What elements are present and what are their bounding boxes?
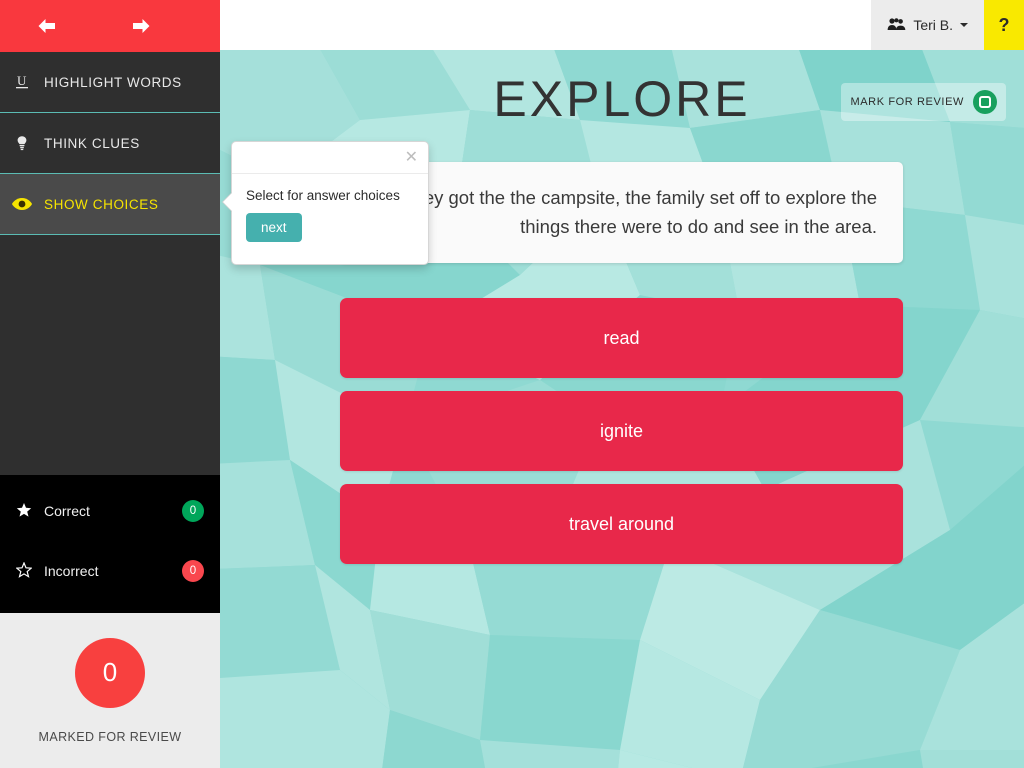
- sidebar-spacer: [0, 235, 220, 475]
- sidebar-navbar: [0, 0, 220, 52]
- popover-body: Select for answer choices next: [232, 174, 428, 264]
- user-menu[interactable]: Teri B.: [871, 0, 984, 50]
- mark-for-review-label: MARK FOR REVIEW: [850, 96, 964, 108]
- answer-choice-1[interactable]: read: [340, 298, 903, 378]
- rounded-square-icon: [973, 90, 997, 114]
- popover-next-button[interactable]: next: [246, 213, 302, 242]
- close-icon[interactable]: ✕: [405, 149, 418, 166]
- sidebar-item-highlight-words[interactable]: U HIGHLIGHT WORDS: [0, 52, 220, 113]
- tool-list: U HIGHLIGHT WORDS THINK CLUES SHOW CHOIC…: [0, 52, 220, 235]
- score-label: Incorrect: [44, 563, 99, 579]
- sidebar-item-label: THINK CLUES: [44, 135, 140, 151]
- marked-for-review-caption: MARKED FOR REVIEW: [38, 729, 182, 744]
- back-button[interactable]: [0, 0, 94, 52]
- answer-choices: read ignite travel around: [340, 298, 903, 577]
- app-root: U HIGHLIGHT WORDS THINK CLUES SHOW CHOIC…: [0, 0, 1024, 768]
- score-badge-correct: 0: [182, 500, 204, 522]
- topbar: Teri B. ?: [220, 0, 1024, 50]
- star-filled-icon: [16, 502, 38, 521]
- sidebar-item-label: HIGHLIGHT WORDS: [44, 74, 182, 90]
- answer-choice-2[interactable]: ignite: [340, 391, 903, 471]
- score-row-correct[interactable]: Correct 0: [0, 481, 220, 541]
- sidebar: U HIGHLIGHT WORDS THINK CLUES SHOW CHOIC…: [0, 0, 220, 768]
- marked-for-review-block: 0 MARKED FOR REVIEW: [0, 613, 220, 768]
- marked-for-review-count[interactable]: 0: [75, 637, 145, 708]
- popover-header: ✕: [232, 142, 428, 174]
- score-label: Correct: [44, 503, 90, 519]
- sidebar-item-label: SHOW CHOICES: [44, 196, 159, 212]
- question-text: hey got the the campsite, the family set…: [413, 187, 877, 237]
- popover-arrow-icon: [222, 192, 232, 212]
- eye-icon: [0, 197, 44, 211]
- lightbulb-icon: [0, 134, 44, 152]
- chevron-down-icon: [960, 22, 968, 31]
- arrow-left-icon: [36, 17, 58, 35]
- forward-button[interactable]: [94, 0, 188, 52]
- users-group-icon: [887, 17, 906, 34]
- underline-u-icon: U: [0, 73, 44, 91]
- tour-popover: ✕ Select for answer choices next: [222, 141, 429, 265]
- sidebar-item-think-clues[interactable]: THINK CLUES: [0, 113, 220, 174]
- score-badge-incorrect: 0: [182, 560, 204, 582]
- mark-for-review-toggle[interactable]: MARK FOR REVIEW: [841, 83, 1006, 121]
- score-row-incorrect[interactable]: Incorrect 0: [0, 541, 220, 601]
- answer-choice-3[interactable]: travel around: [340, 484, 903, 564]
- sidebar-item-show-choices[interactable]: SHOW CHOICES: [0, 174, 220, 235]
- svg-text:U: U: [17, 73, 27, 88]
- arrow-right-icon: [130, 17, 152, 35]
- star-outline-icon: [15, 560, 38, 581]
- help-button[interactable]: ?: [984, 0, 1024, 50]
- score-block: Correct 0 Incorrect 0: [0, 475, 220, 613]
- popover-text: Select for answer choices: [246, 188, 400, 203]
- main-area: Teri B. ? EXPLORE MARK FOR REVIEW hey go…: [220, 0, 1024, 768]
- user-name-label: Teri B.: [913, 17, 953, 33]
